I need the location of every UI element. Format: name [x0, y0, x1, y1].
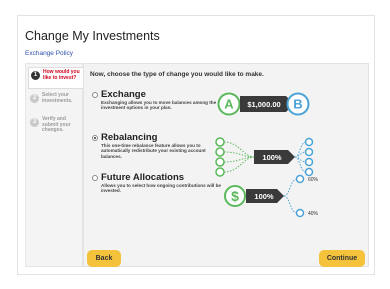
fund-b-letter: B — [293, 97, 302, 112]
target-fund-icon — [304, 147, 314, 157]
allocation-top-percent: 60% — [308, 177, 319, 183]
source-connectors — [223, 141, 255, 173]
source-fund-icon — [215, 167, 225, 177]
rebalance-percent: 100% — [262, 153, 282, 162]
step-number-1: 1 — [31, 71, 40, 80]
source-fund-icon — [215, 137, 225, 147]
target-fund-icon — [304, 157, 314, 167]
source-fund-icon — [215, 157, 225, 167]
fund-a-letter: A — [224, 97, 234, 112]
source-fund-icons — [215, 137, 225, 177]
future-allocations-title: Future Allocations — [101, 172, 185, 183]
future-allocations-illustration: $ 100% 60% 40% — [224, 174, 319, 218]
page-title: Change My Investments — [25, 29, 160, 43]
future-allocations-description: Allows you to select how ongoing contrib… — [101, 183, 221, 194]
step-number-3: 3 — [30, 118, 39, 127]
future-allocations-radio[interactable] — [92, 175, 98, 181]
dollar-symbol: $ — [231, 188, 239, 204]
continue-button[interactable]: Continue — [319, 250, 365, 267]
allocation-fund-icon — [295, 174, 305, 184]
allocation-fund-icon — [295, 208, 305, 218]
exchange-policy-link[interactable]: Exchange Policy — [25, 50, 73, 57]
step-select-investments[interactable]: 2 Select your investments. — [28, 91, 82, 113]
rebalancing-title: Rebalancing — [101, 132, 158, 143]
steps-sidebar: 1 How would you like to invest? 2 Select… — [25, 63, 85, 267]
exchange-amount: $1,000.00 — [247, 100, 280, 109]
target-fund-icons — [304, 137, 314, 177]
step-how-to-invest[interactable]: 1 How would you like to invest? — [28, 67, 85, 89]
target-fund-icon — [304, 137, 314, 147]
rebalancing-radio[interactable] — [92, 135, 98, 141]
step-verify-submit[interactable]: 3 Verify and submit your changes. — [28, 115, 82, 137]
step-number-2: 2 — [30, 94, 39, 103]
step-label: Verify and submit your changes. — [42, 116, 71, 133]
exchange-illustration: A $1,000.00 B — [217, 92, 310, 116]
allocation-connectors — [283, 178, 298, 214]
source-fund-icon — [215, 147, 225, 157]
step-label: Select your investments. — [42, 92, 73, 104]
exchange-title: Exchange — [101, 89, 146, 100]
target-connectors — [294, 141, 307, 173]
allocation-percent: 100% — [254, 192, 274, 201]
back-button[interactable]: Back — [87, 250, 121, 267]
step-label: How would you like to invest? — [43, 69, 80, 81]
exchange-radio[interactable] — [92, 92, 98, 98]
exchange-description: Exchanging allows you to move balances a… — [101, 100, 217, 111]
rebalancing-description: This one-time rebalance feature allows y… — [101, 143, 206, 159]
main-panel: Now, choose the type of change you would… — [83, 63, 369, 267]
choose-change-prompt: Now, choose the type of change you would… — [90, 71, 264, 78]
allocation-bottom-percent: 40% — [308, 211, 319, 217]
